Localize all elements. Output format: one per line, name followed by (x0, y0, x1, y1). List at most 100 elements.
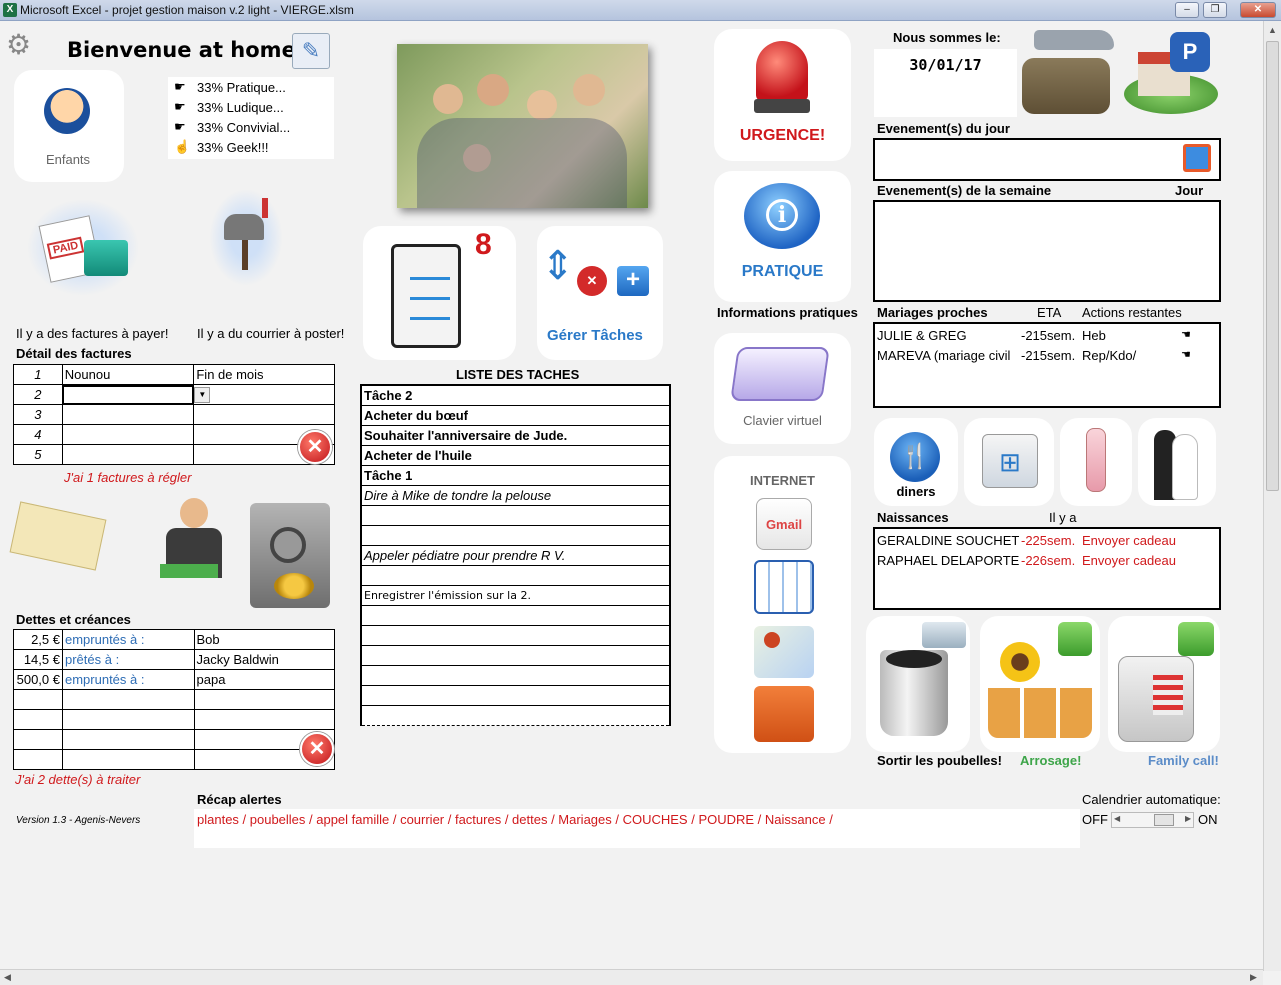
debt-person[interactable]: papa (193, 669, 336, 690)
debt-person[interactable]: Jacky Baldwin (193, 649, 336, 670)
calendar-icon[interactable] (754, 560, 814, 614)
delete-task-icon[interactable]: ✕ (577, 266, 607, 296)
task-item[interactable]: Tâche 2 (360, 384, 671, 406)
slider-thumb[interactable] (1154, 814, 1174, 826)
task-item[interactable] (360, 644, 671, 666)
task-item[interactable]: Dire à Mike de tondre la pelouse (360, 484, 671, 506)
debt-person[interactable]: Bob (193, 629, 336, 650)
safe-icon[interactable] (250, 503, 330, 608)
urgence-label[interactable]: URGENCE! (714, 127, 851, 145)
bill-item[interactable] (61, 424, 195, 445)
traffic-car-icon[interactable] (754, 686, 814, 742)
debt-type[interactable]: prêtés à : (61, 649, 195, 670)
debt-person[interactable] (193, 689, 336, 710)
diners-panel[interactable]: 🍴 diners (874, 418, 958, 506)
parking-icon[interactable]: P (1122, 28, 1220, 116)
businessman-icon[interactable] (160, 498, 230, 608)
task-item[interactable]: Acheter de l'huile (360, 444, 671, 466)
sort-arrows-icon[interactable]: ⇕ (541, 246, 575, 286)
pointing-hand-icon[interactable]: ☚ (1181, 348, 1191, 361)
children-panel[interactable]: Enfants (14, 70, 124, 182)
slider-right-arrow-icon[interactable]: ▶ (1185, 814, 1191, 823)
urgence-panel[interactable]: URGENCE! (714, 29, 851, 161)
bill-due[interactable] (193, 404, 335, 425)
task-item[interactable]: Appeler pédiatre pour prendre R V. (360, 544, 671, 566)
calendar-toggle-slider[interactable]: ◀ ▶ (1111, 812, 1194, 828)
debt-type[interactable]: empruntés à : (61, 669, 195, 690)
family-call-label[interactable]: Family call! (1148, 753, 1219, 768)
debt-amount[interactable] (13, 709, 63, 730)
events-week-box[interactable] (873, 200, 1221, 302)
vertical-scroll-thumb[interactable] (1266, 41, 1279, 491)
add-task-icon[interactable]: + (617, 266, 649, 296)
horizontal-scrollbar[interactable]: ◀ ▶ (0, 969, 1263, 985)
trash-label[interactable]: Sortir les poubelles! (877, 753, 1002, 768)
gmail-icon[interactable]: Gmail (756, 498, 812, 550)
bill-due[interactable]: Fin de mois (193, 364, 335, 385)
minimize-button[interactable]: – (1175, 2, 1199, 18)
task-item[interactable] (360, 664, 671, 686)
task-item[interactable] (360, 604, 671, 626)
events-day-box[interactable] (873, 138, 1221, 181)
checkbook-icon[interactable] (9, 501, 107, 571)
delete-bill-button[interactable]: ✕ (298, 430, 332, 464)
bill-item-selected-cell[interactable] (61, 384, 195, 405)
travel-icon[interactable] (1022, 28, 1114, 116)
debt-amount[interactable]: 2,5 € (13, 629, 63, 650)
task-item[interactable] (360, 624, 671, 646)
notepad-icon[interactable]: ✎ (292, 33, 330, 69)
dropdown-arrow-icon[interactable]: ▼ (194, 387, 211, 403)
debt-type[interactable]: empruntés à : (61, 629, 195, 650)
task-item[interactable] (360, 524, 671, 546)
scroll-right-arrow-icon[interactable]: ▶ (1250, 972, 1257, 983)
manage-tasks-panel[interactable]: ⇕ ✕ + Gérer Tâches (537, 226, 663, 360)
trash-panel[interactable] (866, 616, 970, 752)
task-item[interactable] (360, 564, 671, 586)
task-item[interactable]: Enregistrer l'émission sur la 2. (360, 584, 671, 606)
debt-type[interactable] (61, 729, 195, 750)
mailbox-icon[interactable] (210, 190, 282, 285)
watering-panel[interactable] (980, 616, 1100, 752)
settings-gear-icon[interactable]: ⚙ (6, 28, 31, 61)
pratique-panel[interactable]: i PRATIQUE (714, 171, 851, 302)
task-item[interactable] (360, 684, 671, 706)
delete-debt-button[interactable]: ✕ (300, 732, 334, 766)
watering-label[interactable]: Arrosage! (1020, 753, 1081, 768)
wedding-couple-panel[interactable] (1138, 418, 1216, 506)
debt-type[interactable] (61, 689, 195, 710)
tasks-panel[interactable]: 8 (363, 226, 516, 360)
bill-item[interactable] (61, 444, 195, 465)
paid-invoices-icon[interactable]: PAID (28, 200, 138, 295)
pratique-label[interactable]: PRATIQUE (714, 263, 851, 281)
task-item[interactable]: Acheter du bœuf (360, 404, 671, 426)
debt-person[interactable] (193, 709, 336, 730)
task-item[interactable] (360, 504, 671, 526)
debt-amount[interactable] (13, 689, 63, 710)
debt-amount[interactable] (13, 729, 63, 750)
maps-icon[interactable] (754, 626, 814, 678)
slider-left-arrow-icon[interactable]: ◀ (1114, 814, 1120, 823)
keyboard-panel[interactable]: Clavier virtuel (714, 333, 851, 444)
weddings-box[interactable]: JULIE & GREG -215sem. Heb ☚ MAREVA (mari… (873, 322, 1221, 408)
stroller-panel[interactable]: ⊞ (964, 418, 1054, 506)
debt-amount[interactable]: 500,0 € (13, 669, 63, 690)
debt-type[interactable] (61, 749, 195, 770)
vertical-scrollbar[interactable]: ▲ (1263, 21, 1281, 971)
task-item[interactable] (360, 704, 671, 726)
debt-amount[interactable] (13, 749, 63, 770)
bill-item[interactable] (61, 404, 195, 425)
family-call-panel[interactable] (1108, 616, 1220, 752)
debt-amount[interactable]: 14,5 € (13, 649, 63, 670)
bill-item[interactable]: Nounou (61, 364, 195, 385)
scroll-up-arrow-icon[interactable]: ▲ (1268, 25, 1277, 35)
keyboard-label[interactable]: Clavier virtuel (714, 413, 851, 428)
restore-button[interactable]: ❐ (1203, 2, 1227, 18)
debt-type[interactable] (61, 709, 195, 730)
diners-label[interactable]: diners (874, 484, 958, 499)
baby-bottle-panel[interactable] (1060, 418, 1132, 506)
manage-tasks-label[interactable]: Gérer Tâches (547, 327, 643, 344)
pointing-hand-icon[interactable]: ☚ (1181, 328, 1191, 341)
bill-due[interactable]: ▼ (193, 384, 335, 405)
task-item[interactable]: Tâche 1 (360, 464, 671, 486)
births-box[interactable]: GERALDINE SOUCHET -225sem. Envoyer cadea… (873, 527, 1221, 610)
